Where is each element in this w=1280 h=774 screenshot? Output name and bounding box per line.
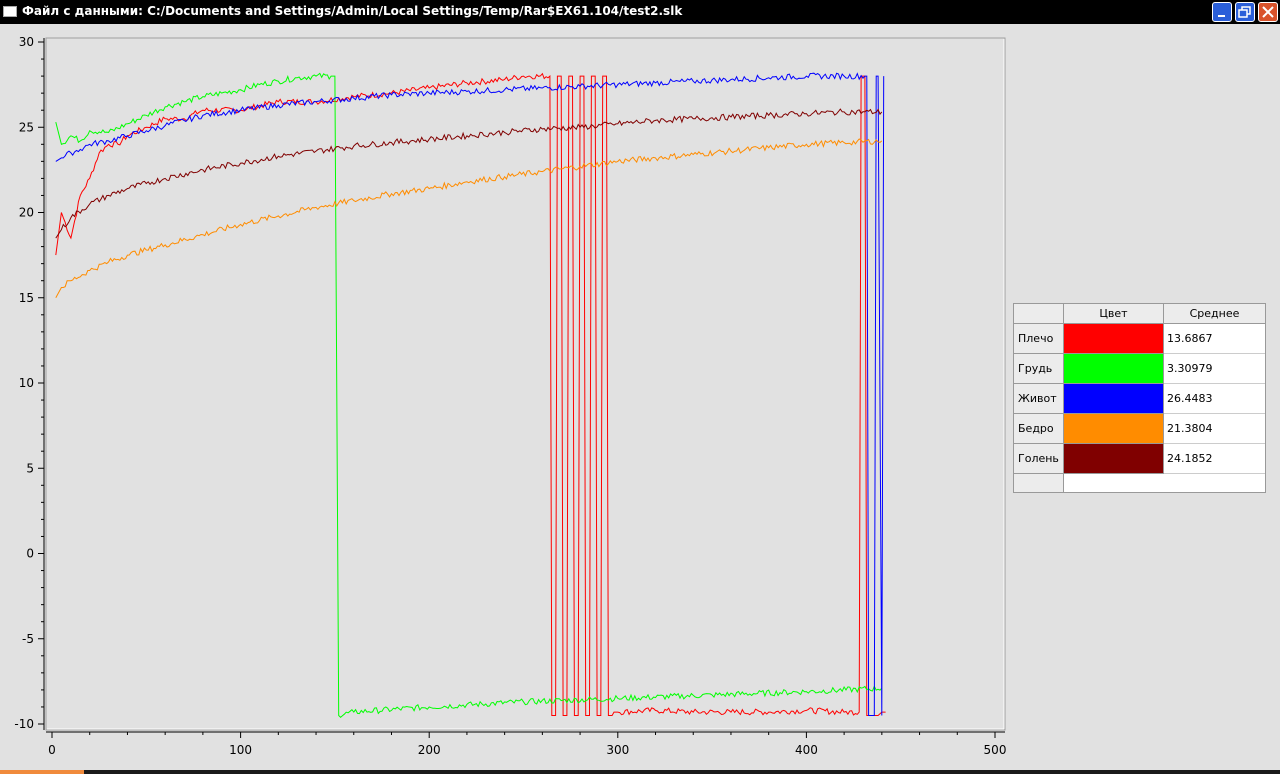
- x-tick-label: 0: [48, 743, 56, 757]
- legend-mean-value: 13.6867: [1164, 324, 1265, 354]
- x-tick-label: 200: [418, 743, 441, 757]
- y-tick-label: 15: [19, 291, 34, 305]
- legend-swatch: [1064, 324, 1164, 354]
- close-button[interactable]: [1258, 2, 1278, 22]
- minimize-icon: [1218, 15, 1225, 17]
- window-icon: [3, 6, 17, 17]
- legend-table: Цвет Среднее Плечо 13.6867 Грудь 3.30979…: [1013, 303, 1266, 493]
- taskbar-strip: [0, 770, 1280, 774]
- y-tick-label: 20: [19, 206, 34, 220]
- y-tick-label: 0: [26, 547, 34, 561]
- legend-swatch: [1064, 444, 1164, 474]
- legend-row-label: Голень: [1014, 444, 1064, 474]
- close-icon: [1262, 6, 1274, 18]
- legend-mean-value: 21.3804: [1164, 414, 1265, 444]
- legend-swatch: [1064, 354, 1164, 384]
- legend-swatch: [1064, 384, 1164, 414]
- x-tick-label: 500: [984, 743, 1007, 757]
- maximize-button[interactable]: [1235, 2, 1255, 22]
- legend-swatch: [1064, 414, 1164, 444]
- window-title: Файл с данными: C:/Documents and Setting…: [22, 4, 683, 18]
- y-tick-label: -5: [22, 632, 34, 646]
- legend-header-mean: Среднее: [1164, 304, 1265, 324]
- x-tick-label: 400: [795, 743, 818, 757]
- legend-row-label: Бедро: [1014, 414, 1064, 444]
- y-tick-label: 25: [19, 120, 34, 134]
- chart-window: -10 -5 0 5 10 15 20 25 30 0 100 200 300 400 500 Цвет С…: [0, 24, 1280, 770]
- legend-mean-value: 24.1852: [1164, 444, 1265, 474]
- minimize-button[interactable]: [1212, 2, 1232, 22]
- x-tick-label: 100: [229, 743, 252, 757]
- y-tick-label: 30: [19, 35, 34, 49]
- legend-row-label: Живот: [1014, 384, 1064, 414]
- y-tick-label: 10: [19, 376, 34, 390]
- legend-mean-value: 3.30979: [1164, 354, 1265, 384]
- legend-row-label: Плечо: [1014, 324, 1064, 354]
- y-tick-label: 5: [26, 461, 34, 475]
- title-bar: Файл с данными: C:/Documents and Setting…: [0, 0, 1280, 24]
- legend-mean-value: 26.4483: [1164, 384, 1265, 414]
- legend-footer: [1014, 474, 1064, 492]
- legend-corner: [1014, 304, 1064, 324]
- legend-row-label: Грудь: [1014, 354, 1064, 384]
- x-tick-label: 300: [606, 743, 629, 757]
- legend-header-color: Цвет: [1064, 304, 1164, 324]
- maximize-icon: [1238, 6, 1251, 18]
- y-tick-label: -10: [14, 717, 34, 731]
